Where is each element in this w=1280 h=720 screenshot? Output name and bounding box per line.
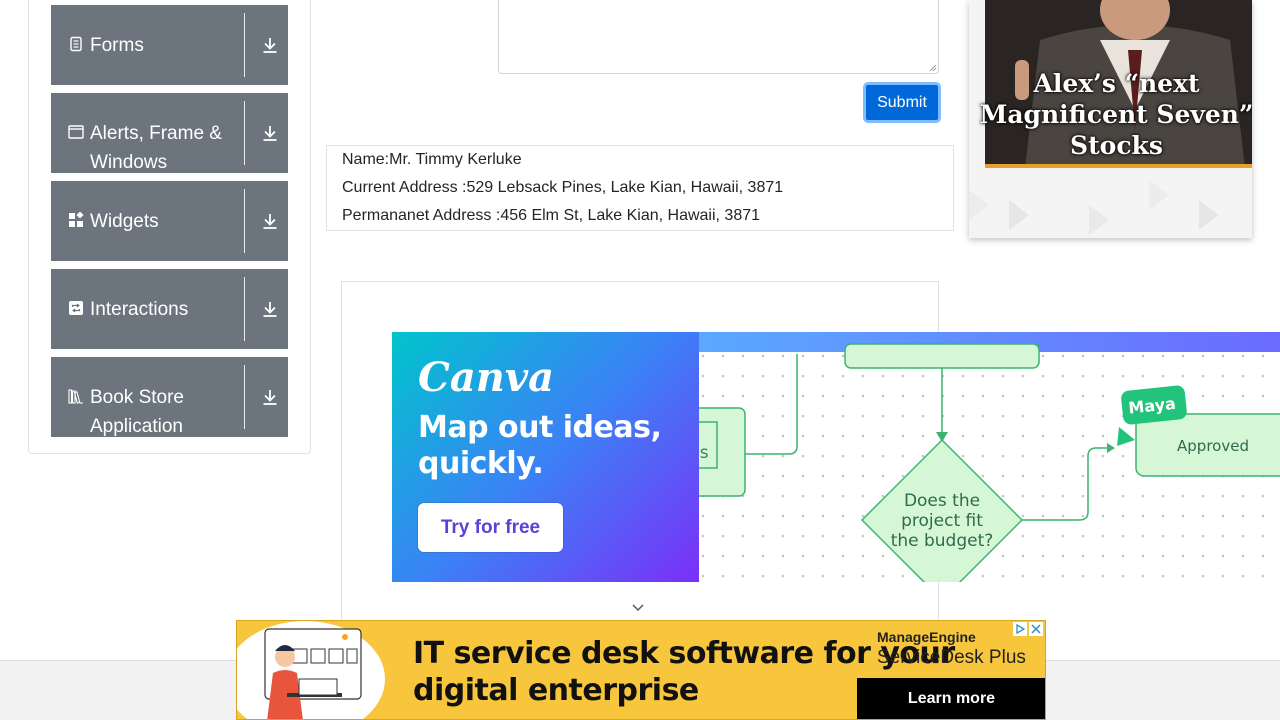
sidebar-group-label: Interactions <box>90 299 189 320</box>
canva-headline: Map out ideas, quickly. <box>418 410 662 481</box>
output-current-address: Current Address :529 Lebsack Pines, Lake… <box>342 179 784 196</box>
output-name: Name:Mr. Timmy Kerluke <box>342 151 522 168</box>
sidebar: Forms Alerts, Frame & Windows Widgets In… <box>28 0 311 454</box>
sidebar-group-label: Forms <box>90 35 144 56</box>
books-icon <box>68 389 83 404</box>
node-approved: Approved <box>1177 437 1249 455</box>
download-icon[interactable] <box>261 388 279 406</box>
try-for-free-button[interactable]: Try for free <box>418 503 563 552</box>
sidebar-group-book-store[interactable]: Book Store Application <box>51 357 288 437</box>
sidebar-group-label: Book Store Application <box>90 387 184 437</box>
sidebar-group-label: Alerts, Frame & Windows <box>90 123 222 173</box>
bottom-advertisement[interactable]: IT service desk software for your digita… <box>236 620 1046 720</box>
canva-promo-panel: Canva Map out ideas, quickly. Try for fr… <box>392 332 699 582</box>
divider <box>244 101 245 165</box>
svg-text:the budget?: the budget? <box>891 531 994 551</box>
product-name: ServiceDesk Plus <box>877 647 1026 668</box>
submit-button[interactable]: Submit <box>863 82 941 123</box>
svg-text:Does the: Does the <box>904 491 980 511</box>
divider <box>244 189 245 253</box>
sidebar-group-forms[interactable]: Forms <box>51 5 288 85</box>
sidebar-group-label: Widgets <box>90 211 159 232</box>
learn-more-button[interactable]: Learn more <box>857 678 1045 719</box>
page: Forms Alerts, Frame & Windows Widgets In… <box>0 0 1280 720</box>
ad-accent-bar <box>985 164 1252 168</box>
interactions-icon <box>69 301 83 315</box>
divider <box>244 277 245 341</box>
brand-name: ManageEngine <box>877 629 976 645</box>
svg-text:project fit: project fit <box>901 511 983 531</box>
support-agent-illustration <box>264 628 362 719</box>
canva-logo: Canva <box>418 354 554 401</box>
adchoices-icon[interactable] <box>1013 622 1043 636</box>
download-icon[interactable] <box>261 36 279 54</box>
divider <box>244 13 245 77</box>
canva-diagram-panel: ds Does the project fit the budget? Appr… <box>699 332 1280 582</box>
flowchart-diagram: ds Does the project fit the budget? Appr… <box>699 343 1280 582</box>
ad-right-headline: Alex’s “next Magnificent Seven” Stocks <box>979 69 1252 160</box>
widgets-icon <box>69 212 84 227</box>
output-permanent-address: Permananet Address :456 Elm St, Lake Kia… <box>342 207 761 224</box>
download-icon[interactable] <box>261 124 279 142</box>
resize-handle-icon[interactable] <box>929 64 937 72</box>
right-advertisement[interactable]: Alex’s “next Magnificent Seven” Stocks <box>969 0 1252 238</box>
download-icon[interactable] <box>261 212 279 230</box>
node-partial: ds <box>699 443 709 463</box>
download-icon[interactable] <box>261 300 279 318</box>
sidebar-group-interactions[interactable]: Interactions <box>51 269 288 349</box>
form-icon <box>70 36 82 52</box>
divider <box>244 365 245 429</box>
sidebar-group-widgets[interactable]: Widgets <box>51 181 288 261</box>
sidebar-group-alerts[interactable]: Alerts, Frame & Windows <box>51 93 288 173</box>
chevron-down-icon[interactable] <box>631 602 645 614</box>
canva-advertisement[interactable]: Canva Map out ideas, quickly. Try for fr… <box>392 332 1280 582</box>
address-textarea[interactable] <box>498 0 939 74</box>
output-panel: Name:Mr. Timmy Kerluke Current Address :… <box>326 145 954 231</box>
window-icon <box>68 125 84 139</box>
